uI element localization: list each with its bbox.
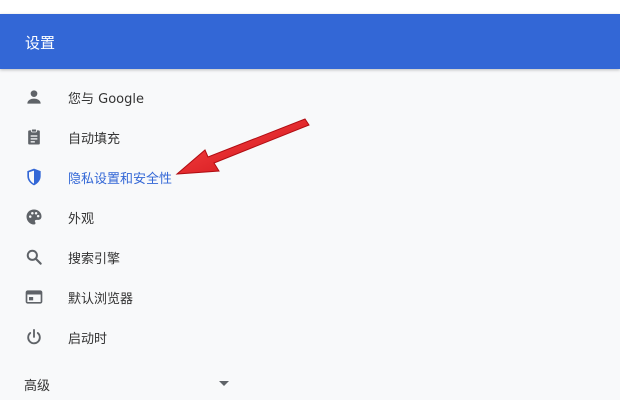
chevron-down-icon	[219, 381, 229, 386]
menu-item-search-engine[interactable]: 搜索引擎	[0, 237, 620, 277]
menu-item-label: 启动时	[68, 331, 108, 347]
menu-item-label: 外观	[68, 211, 95, 227]
advanced-section-toggle[interactable]: 高级	[0, 370, 250, 398]
person-icon	[24, 87, 44, 107]
menu-item-autofill[interactable]: 自动填充	[0, 117, 620, 157]
advanced-label: 高级	[24, 379, 51, 394]
settings-header: 设置	[0, 14, 620, 69]
browser-window-icon	[24, 287, 44, 307]
menu-item-label: 隐私设置和安全性	[68, 171, 173, 187]
window-top-strip	[0, 0, 620, 14]
menu-item-appearance[interactable]: 外观	[0, 197, 620, 237]
search-icon	[24, 247, 44, 267]
clipboard-icon	[24, 127, 44, 147]
menu-item-label: 搜索引擎	[68, 251, 121, 267]
palette-icon	[24, 207, 44, 227]
menu-item-label: 自动填充	[68, 131, 121, 147]
menu-item-you-and-google[interactable]: 您与 Google	[0, 77, 620, 117]
power-icon	[24, 327, 44, 347]
page-title: 设置	[25, 34, 56, 52]
shield-icon	[24, 167, 44, 187]
settings-side-menu: 您与 Google 自动填充 隐私设置和安全性 外观 搜索引擎 默认浏览器 启动…	[0, 77, 620, 357]
menu-item-privacy-security[interactable]: 隐私设置和安全性	[0, 157, 620, 197]
menu-item-default-browser[interactable]: 默认浏览器	[0, 277, 620, 317]
menu-item-on-startup[interactable]: 启动时	[0, 317, 620, 357]
menu-item-label: 默认浏览器	[68, 291, 134, 307]
menu-item-label: 您与 Google	[68, 91, 144, 107]
